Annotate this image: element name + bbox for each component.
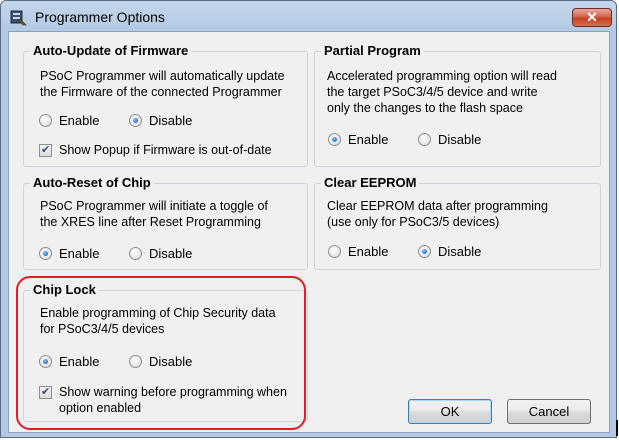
radio-button[interactable] <box>418 133 431 146</box>
clear-eeprom-enable-radio[interactable]: Enable <box>328 244 388 259</box>
radio-label: Enable <box>59 113 100 128</box>
dialog-client-area: Auto-Update of Firmware PSoC Programmer … <box>8 31 610 433</box>
description-line: Accelerated programming option will read <box>327 69 557 83</box>
partial-program-title: Partial Program <box>321 43 424 58</box>
cancel-button[interactable]: Cancel <box>507 399 591 424</box>
clear-eeprom-description: Clear EEPROM data after programming (use… <box>327 198 548 230</box>
radio-label: Disable <box>149 113 193 128</box>
checkbox-label: Show Popup if Firmware is out-of-date <box>59 143 272 157</box>
radio-button[interactable] <box>39 247 52 260</box>
auto-update-disable-radio[interactable]: Disable <box>129 113 192 128</box>
chip-lock-description: Enable programming of Chip Security data… <box>40 305 276 337</box>
clear-eeprom-title: Clear EEPROM <box>321 175 420 190</box>
radio-button[interactable] <box>129 114 142 127</box>
clear-eeprom-group: Clear EEPROM Clear EEPROM data after pro… <box>314 175 601 270</box>
checkbox[interactable] <box>39 143 52 157</box>
chip-lock-disable-radio[interactable]: Disable <box>129 354 192 369</box>
auto-reset-group: Auto-Reset of Chip PSoC Programmer will … <box>23 175 308 270</box>
clear-eeprom-disable-radio[interactable]: Disable <box>418 244 481 259</box>
description-line: only the changes to the flash space <box>327 101 523 115</box>
chip-lock-group: Chip Lock Enable programming of Chip Sec… <box>23 282 308 422</box>
auto-update-group: Auto-Update of Firmware PSoC Programmer … <box>23 43 308 167</box>
title-bar[interactable]: Programmer Options ✕ <box>1 1 616 31</box>
radio-button[interactable] <box>39 114 52 127</box>
description-line: the Firmware of the connected Programmer <box>40 85 282 99</box>
auto-update-description: PSoC Programmer will automatically updat… <box>40 68 285 100</box>
radio-label: Disable <box>149 246 193 261</box>
auto-update-title: Auto-Update of Firmware <box>30 43 192 58</box>
show-popup-checkbox[interactable]: Show Popup if Firmware is out-of-date <box>39 142 272 158</box>
description-line: (use only for PSoC3/5 devices) <box>327 215 500 229</box>
checkbox[interactable] <box>39 385 52 399</box>
chip-lock-enable-radio[interactable]: Enable <box>39 354 99 369</box>
radio-label: Enable <box>59 354 100 369</box>
auto-reset-description: PSoC Programmer will initiate a toggle o… <box>40 198 268 230</box>
edge-mark <box>616 420 618 436</box>
partial-program-enable-radio[interactable]: Enable <box>328 132 388 147</box>
auto-reset-title: Auto-Reset of Chip <box>30 175 154 190</box>
window-title: Programmer Options <box>35 9 165 25</box>
close-button[interactable]: ✕ <box>572 8 612 27</box>
description-line: PSoC Programmer will automatically updat… <box>40 69 285 83</box>
auto-reset-disable-radio[interactable]: Disable <box>129 246 192 261</box>
description-line: for PSoC3/4/5 devices <box>40 322 165 336</box>
auto-update-enable-radio[interactable]: Enable <box>39 113 99 128</box>
checkbox-label-line: option enabled <box>59 401 142 415</box>
partial-program-disable-radio[interactable]: Disable <box>418 132 481 147</box>
description-line: PSoC Programmer will initiate a toggle o… <box>40 199 268 213</box>
radio-label: Enable <box>348 132 389 147</box>
description-line: Clear EEPROM data after programming <box>327 199 548 213</box>
show-warning-checkbox[interactable]: Show warning before programming when opt… <box>39 384 287 416</box>
radio-button[interactable] <box>328 245 341 258</box>
programmer-app-icon <box>10 10 27 26</box>
radio-label: Disable <box>438 244 482 259</box>
ok-button[interactable]: OK <box>408 399 492 424</box>
programmer-options-window: Programmer Options ✕ Auto-Update of Firm… <box>0 0 617 438</box>
radio-label: Disable <box>149 354 193 369</box>
checkbox-label-line: Show warning before programming when <box>59 385 287 399</box>
partial-program-group: Partial Program Accelerated programming … <box>314 43 601 167</box>
checkbox-label: Show warning before programming when opt… <box>59 384 287 416</box>
radio-button[interactable] <box>418 245 431 258</box>
description-line: the XRES line after Reset Programming <box>40 215 261 229</box>
description-line: Enable programming of Chip Security data <box>40 306 276 320</box>
radio-label: Disable <box>438 132 482 147</box>
radio-button[interactable] <box>129 247 142 260</box>
partial-program-description: Accelerated programming option will read… <box>327 68 557 116</box>
chip-lock-title: Chip Lock <box>30 282 99 297</box>
radio-label: Enable <box>348 244 389 259</box>
close-icon: ✕ <box>586 9 598 25</box>
description-line: the target PSoC3/4/5 device and write <box>327 85 538 99</box>
radio-label: Enable <box>59 246 100 261</box>
auto-reset-enable-radio[interactable]: Enable <box>39 246 99 261</box>
radio-button[interactable] <box>39 355 52 368</box>
radio-button[interactable] <box>129 355 142 368</box>
radio-button[interactable] <box>328 133 341 146</box>
